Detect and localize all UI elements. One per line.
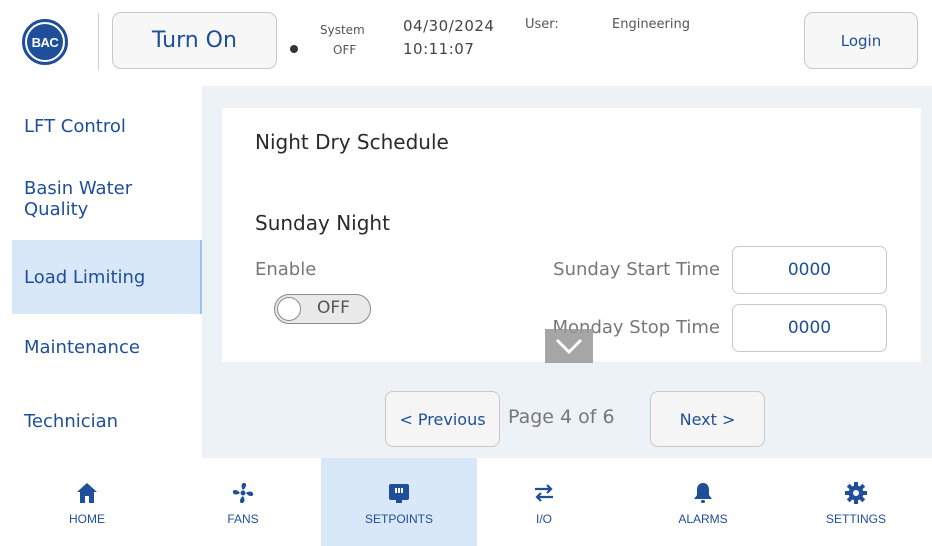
stop-time-field[interactable]: 0000: [732, 304, 887, 352]
nav-label: I/O: [535, 512, 552, 526]
nav-label: SETPOINTS: [364, 512, 433, 526]
io-arrows-icon: [531, 480, 557, 506]
sidebar-item-label: Technician: [24, 410, 119, 432]
sidebar-item-load-limiting[interactable]: Load Limiting: [12, 240, 202, 314]
scroll-down-chevron-icon[interactable]: [545, 329, 593, 363]
sidebar-item-technician[interactable]: Technician: [12, 403, 202, 439]
nav-alarms[interactable]: ALARMS: [625, 458, 781, 546]
fan-icon: [230, 480, 256, 506]
nav-home[interactable]: HOME: [9, 458, 165, 546]
sidebar-item-basin-water-quality[interactable]: Basin Water Quality: [12, 174, 182, 224]
sidebar-item-label: Maintenance: [24, 336, 140, 358]
stop-time-label: Monday Stop Time: [552, 317, 720, 338]
sidebar-item-label: LFT Control: [24, 115, 126, 137]
header: BAC Turn On System OFF 04/30/2024 10:11:…: [0, 0, 932, 86]
nav-setpoints[interactable]: SETPOINTS: [321, 458, 477, 546]
nav-io[interactable]: I/O: [466, 458, 622, 546]
sidebar-item-label: Load Limiting: [24, 266, 146, 288]
setpoints-icon: [386, 480, 412, 506]
next-page-button[interactable]: Next >: [650, 391, 765, 447]
toggle-knob: [277, 297, 301, 321]
nav-label: FANS: [227, 512, 259, 526]
page-title: Night Dry Schedule: [255, 130, 449, 154]
sidebar-item-lft-control[interactable]: LFT Control: [12, 108, 202, 144]
home-icon: [74, 480, 100, 506]
nav-fans[interactable]: FANS: [165, 458, 321, 546]
nav-label: ALARMS: [678, 512, 728, 526]
section-title: Sunday Night: [255, 211, 390, 235]
sidebar-item-label: Basin Water Quality: [24, 178, 133, 220]
previous-page-button[interactable]: < Previous: [385, 391, 500, 447]
date-display: 04/30/2024: [403, 17, 495, 35]
page-indicator: Page 4 of 6: [508, 406, 615, 428]
start-time-label: Sunday Start Time: [553, 259, 720, 280]
nav-settings[interactable]: SETTINGS: [778, 458, 932, 546]
main-content: Night Dry Schedule Sunday Night Enable O…: [202, 86, 932, 458]
enable-toggle[interactable]: OFF: [274, 294, 371, 324]
system-status-value: OFF: [333, 43, 357, 57]
nav-label: SETTINGS: [825, 512, 886, 526]
turn-on-button[interactable]: Turn On: [112, 12, 277, 69]
header-divider: [98, 13, 99, 70]
gear-icon: [843, 480, 869, 506]
bottom-navigation: HOME FANS SETPOINTS I/O ALARMS SETTINGS: [0, 458, 932, 546]
bell-icon: [690, 480, 716, 506]
system-label: System: [320, 23, 365, 37]
schedule-panel: Night Dry Schedule Sunday Night Enable O…: [222, 108, 921, 363]
sidebar-item-maintenance[interactable]: Maintenance: [12, 329, 202, 365]
toggle-state-text: OFF: [317, 298, 350, 318]
logo-text: BAC: [25, 22, 65, 62]
start-time-field[interactable]: 0000: [732, 246, 887, 294]
sidebar: LFT Control Basin Water Quality Load Lim…: [0, 86, 202, 458]
nav-label: HOME: [69, 512, 105, 526]
user-label: User:: [525, 17, 559, 32]
user-value: Engineering: [612, 17, 690, 32]
time-display: 10:11:07: [403, 40, 475, 58]
bac-logo: BAC: [22, 19, 68, 65]
login-button[interactable]: Login: [804, 12, 918, 69]
enable-label: Enable: [255, 259, 317, 280]
system-status-indicator: [290, 45, 298, 53]
